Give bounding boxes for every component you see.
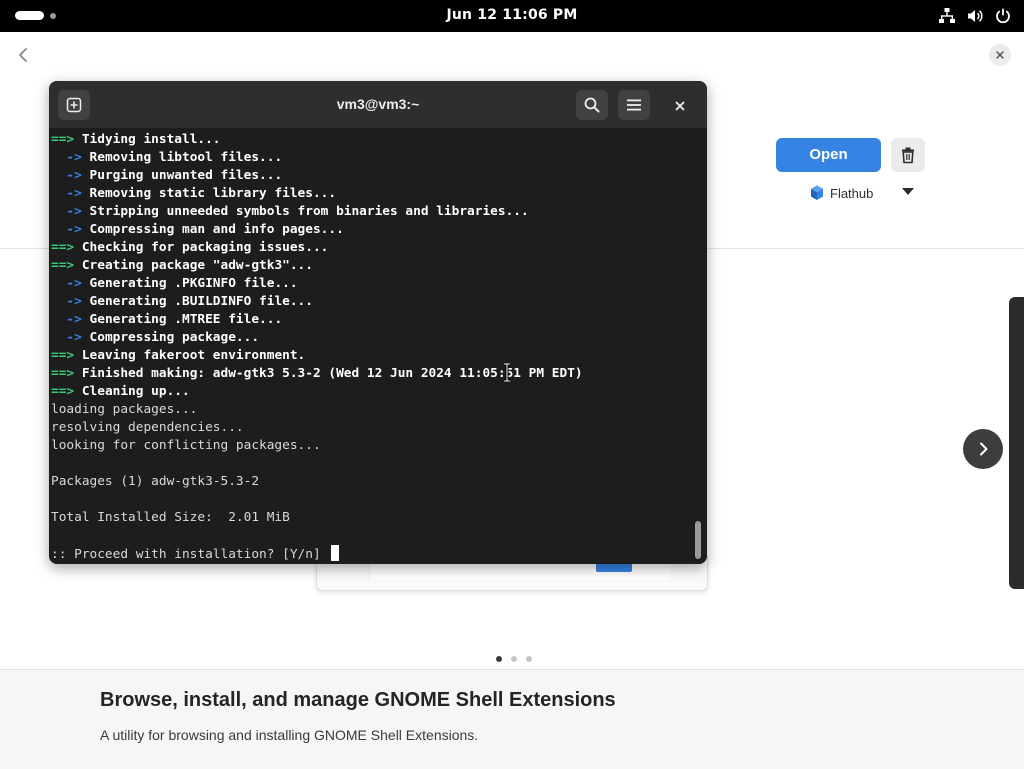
line-text: Removing static library files... [81, 186, 337, 201]
source-selector[interactable]: Flathub [810, 183, 873, 203]
chevron-down-icon[interactable] [902, 188, 914, 195]
app-summary-section [0, 669, 1024, 769]
terminal-line: ==> Creating package "adw-gtk3"... [51, 257, 691, 275]
terminal-line: Total Installed Size: 2.01 MiB [51, 509, 691, 527]
terminal-scrollbar[interactable] [695, 521, 701, 559]
terminal-line: :: Proceed with installation? [Y/n] [51, 545, 691, 563]
trash-icon [902, 147, 914, 164]
carousel-dot[interactable] [511, 656, 517, 662]
terminal-line: -> Generating .MTREE file... [51, 311, 691, 329]
terminal-headerbar[interactable]: vm3@vm3:~ [49, 81, 707, 128]
volume-icon[interactable] [966, 7, 984, 25]
chevron-right-icon [980, 442, 988, 456]
line-text: Generating .BUILDINFO file... [81, 294, 313, 309]
clock[interactable]: Jun 12 11:06 PM [0, 7, 1024, 23]
terminal-line: ==> Cleaning up... [51, 383, 691, 401]
chevron-left-icon [19, 48, 27, 62]
line-prefix: -> [51, 312, 82, 327]
line-prefix: ==> [51, 366, 75, 381]
line-prefix: ==> [51, 240, 75, 255]
line-text: looking for conflicting packages... [51, 438, 321, 453]
source-label: Flathub [830, 185, 874, 201]
line-text: resolving dependencies... [51, 420, 244, 435]
line-prefix: ==> [51, 258, 75, 273]
terminal-cursor [331, 545, 340, 561]
line-text: Total Installed Size: 2.01 MiB [51, 510, 290, 525]
terminal-line: -> Stripping unneeded symbols from binar… [51, 203, 691, 221]
carousel-dot[interactable] [496, 656, 502, 662]
network-wired-icon[interactable] [938, 7, 956, 25]
line-text: Tidying install... [74, 132, 221, 147]
terminal-line: resolving dependencies... [51, 419, 691, 437]
close-terminal-button[interactable] [672, 98, 688, 114]
line-prefix: -> [51, 186, 82, 201]
back-button[interactable] [12, 44, 34, 66]
line-text: Cleaning up... [74, 384, 190, 399]
line-text: Compressing package... [81, 330, 260, 345]
app-description: A utility for browsing and installing GN… [100, 727, 479, 743]
uninstall-button[interactable] [891, 138, 925, 172]
line-text: Purging unwanted files... [81, 168, 283, 183]
line-prefix: -> [51, 204, 82, 219]
terminal-line: -> Purging unwanted files... [51, 167, 691, 185]
terminal-line: ==> Checking for packaging issues... [51, 239, 691, 257]
line-prefix: -> [51, 168, 82, 183]
line-prefix: -> [51, 150, 82, 165]
line-text: Checking for packaging issues... [74, 240, 329, 255]
terminal-line: looking for conflicting packages... [51, 437, 691, 455]
terminal-line: -> Removing static library files... [51, 185, 691, 203]
terminal-line: loading packages... [51, 401, 691, 419]
terminal-line: -> Generating .PKGINFO file... [51, 275, 691, 293]
terminal-line: ==> Leaving fakeroot environment. [51, 347, 691, 365]
app-headline: Browse, install, and manage GNOME Shell … [100, 689, 616, 711]
close-window-button[interactable] [989, 44, 1011, 66]
terminal-line: Packages (1) adw-gtk3-5.3-2 [51, 473, 691, 491]
next-screenshot-peek [1009, 297, 1024, 589]
line-prefix: -> [51, 294, 82, 309]
close-icon [675, 101, 685, 111]
search-button[interactable] [576, 90, 608, 120]
line-text: :: Proceed with installation? [Y/n] [51, 547, 329, 562]
terminal-title: vm3@vm3:~ [336, 96, 420, 112]
line-text: Removing libtool files... [81, 150, 283, 165]
line-text: Leaving fakeroot environment. [74, 348, 306, 363]
line-prefix: -> [51, 276, 82, 291]
system-tray[interactable] [938, 7, 1012, 25]
terminal-window[interactable]: vm3@vm3:~ ==> Tidying install... -> Remo… [49, 81, 707, 564]
search-icon [584, 97, 600, 113]
terminal-line: -> Compressing package... [51, 329, 691, 347]
line-prefix: -> [51, 330, 82, 345]
flathub-icon [811, 185, 823, 200]
close-icon [996, 51, 1004, 59]
carousel-next-button[interactable] [963, 429, 1003, 469]
terminal-line: -> Generating .BUILDINFO file... [51, 293, 691, 311]
carousel-dot[interactable] [526, 656, 532, 662]
line-text: Creating package "adw-gtk3"... [74, 258, 313, 273]
carousel-indicator [496, 656, 532, 662]
line-prefix: ==> [51, 132, 75, 147]
line-prefix: -> [51, 222, 82, 237]
hamburger-menu-icon [627, 99, 641, 111]
open-app-button[interactable]: Open [776, 138, 881, 172]
line-text: Stripping unneeded symbols from binaries… [81, 204, 529, 219]
line-text: Compressing man and info pages... [81, 222, 344, 237]
terminal-output[interactable]: ==> Tidying install... -> Removing libto… [51, 131, 691, 563]
terminal-line: -> Compressing man and info pages... [51, 221, 691, 239]
line-prefix: ==> [51, 384, 75, 399]
text-cursor-icon [504, 363, 510, 382]
top-bar: Jun 12 11:06 PM [0, 0, 1024, 32]
line-text: Packages (1) adw-gtk3-5.3-2 [51, 474, 260, 489]
power-icon[interactable] [994, 7, 1012, 25]
line-text: Generating .MTREE file... [81, 312, 283, 327]
terminal-line: -> Removing libtool files... [51, 149, 691, 167]
main-menu-button[interactable] [618, 90, 650, 120]
terminal-line: ==> Tidying install... [51, 131, 691, 149]
line-text: loading packages... [51, 402, 198, 417]
line-text: Generating .PKGINFO file... [81, 276, 298, 291]
terminal-line: ==> Finished making: adw-gtk3 5.3-2 (Wed… [51, 365, 691, 383]
line-prefix: ==> [51, 348, 75, 363]
